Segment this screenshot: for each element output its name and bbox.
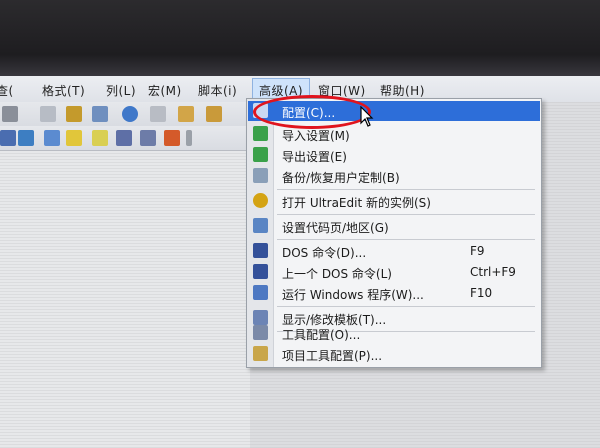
menu-item-shortcut: Ctrl+F9 bbox=[470, 265, 516, 279]
monitor-bezel bbox=[0, 0, 600, 78]
copy-icon[interactable] bbox=[178, 106, 194, 122]
mouse-cursor-icon bbox=[360, 106, 374, 127]
menu-separator bbox=[277, 214, 535, 215]
menu-item-label: 导入设置(M) bbox=[282, 129, 350, 143]
editor-area[interactable] bbox=[0, 151, 250, 448]
codepage-icon bbox=[253, 218, 268, 233]
menu-item-backup-restore[interactable]: 备份/恢复用户定制(B) bbox=[248, 166, 540, 186]
menu-item-label: 工具配置(O)... bbox=[282, 328, 361, 342]
menu-search[interactable]: 查( bbox=[0, 82, 14, 99]
view-icon[interactable] bbox=[92, 106, 108, 122]
tool-config-icon bbox=[253, 325, 268, 340]
red-annotation-circle bbox=[253, 95, 371, 129]
bookmark-icon[interactable] bbox=[66, 130, 82, 146]
list-icon[interactable] bbox=[2, 106, 18, 122]
dos-icon bbox=[253, 243, 268, 258]
overflow-icon[interactable] bbox=[186, 130, 192, 146]
menu-item-codepage[interactable]: 设置代码页/地区(G) bbox=[248, 216, 540, 236]
hex-icon[interactable] bbox=[116, 130, 132, 146]
page-icon[interactable] bbox=[40, 106, 56, 122]
menu-item-label: 打开 UltraEdit 新的实例(S) bbox=[282, 196, 431, 210]
paste-icon[interactable] bbox=[66, 106, 82, 122]
menu-separator bbox=[277, 189, 535, 190]
menu-item-run-windows-program[interactable]: 运行 Windows 程序(W)... F10 bbox=[248, 283, 540, 303]
backup-icon bbox=[253, 168, 268, 183]
advanced-menu-dropdown: 配置(C)... 导入设置(M) 导出设置(E) 备份/恢复用户定制(B) 打开… bbox=[246, 98, 542, 368]
cut-icon[interactable] bbox=[150, 106, 166, 122]
menu-item-label: 上一个 DOS 命令(L) bbox=[282, 267, 392, 281]
menu-item-project-tool-config[interactable]: 项目工具配置(P)... bbox=[248, 344, 540, 364]
menu-item-label: 运行 Windows 程序(W)... bbox=[282, 288, 424, 302]
ultraedit-icon bbox=[253, 193, 268, 208]
windows-icon[interactable] bbox=[164, 130, 180, 146]
menu-separator bbox=[277, 306, 535, 307]
clipboard-icon[interactable] bbox=[206, 106, 222, 122]
menu-item-export-settings[interactable]: 导出设置(E) bbox=[248, 145, 540, 165]
menu-item-tool-config[interactable]: 工具配置(O)... bbox=[248, 323, 540, 343]
menu-item-label: 导出设置(E) bbox=[282, 150, 347, 164]
menu-separator bbox=[277, 239, 535, 240]
menu-item-new-instance[interactable]: 打开 UltraEdit 新的实例(S) bbox=[248, 191, 540, 211]
menu-item-last-dos-command[interactable]: 上一个 DOS 命令(L) Ctrl+F9 bbox=[248, 262, 540, 282]
export-arrow-icon bbox=[253, 147, 268, 162]
list-view-icon[interactable] bbox=[18, 130, 34, 146]
run-windows-icon bbox=[253, 285, 268, 300]
menu-format[interactable]: 格式(T) bbox=[42, 82, 85, 99]
project-tool-config-icon bbox=[253, 346, 268, 361]
menu-item-shortcut: F10 bbox=[470, 286, 493, 300]
menu-column[interactable]: 列(L) bbox=[106, 82, 136, 99]
menu-macro[interactable]: 宏(M) bbox=[148, 82, 182, 99]
dos-last-icon bbox=[253, 264, 268, 279]
menu-script[interactable]: 脚本(i) bbox=[198, 82, 237, 99]
w-icon[interactable] bbox=[0, 130, 16, 146]
compare-icon[interactable] bbox=[140, 130, 156, 146]
menu-item-label: 项目工具配置(P)... bbox=[282, 349, 383, 363]
menu-item-label: 备份/恢复用户定制(B) bbox=[282, 171, 400, 185]
menu-item-shortcut: F9 bbox=[470, 244, 485, 258]
menu-item-label: 设置代码页/地区(G) bbox=[282, 221, 389, 235]
toolbar-bottom bbox=[0, 126, 250, 151]
menu-item-label: DOS 命令(D)... bbox=[282, 246, 367, 260]
n-icon[interactable] bbox=[92, 130, 108, 146]
import-arrow-icon bbox=[253, 126, 268, 141]
globe-icon[interactable] bbox=[122, 106, 138, 122]
menu-item-dos-command[interactable]: DOS 命令(D)... F9 bbox=[248, 241, 540, 261]
toolbar-top bbox=[0, 102, 250, 126]
menu-help[interactable]: 帮助(H) bbox=[380, 82, 425, 99]
grid-icon[interactable] bbox=[44, 130, 60, 146]
